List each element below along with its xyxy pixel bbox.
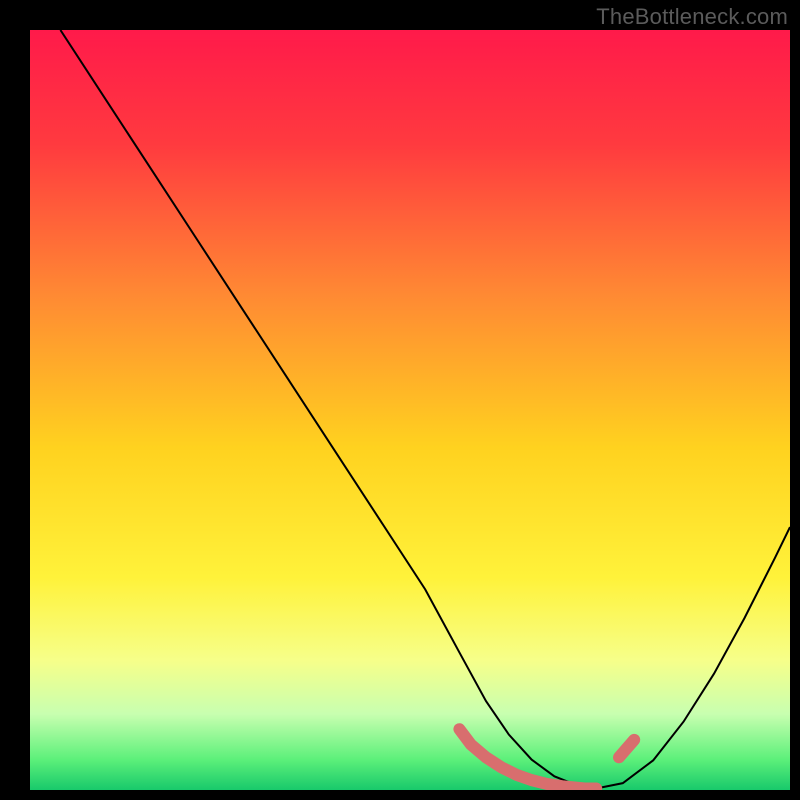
chart-frame: TheBottleneck.com — [0, 0, 800, 800]
bottleneck-chart — [30, 30, 790, 790]
gradient-background — [30, 30, 790, 790]
watermark-text: TheBottleneck.com — [596, 4, 788, 30]
plot-area — [30, 30, 790, 790]
